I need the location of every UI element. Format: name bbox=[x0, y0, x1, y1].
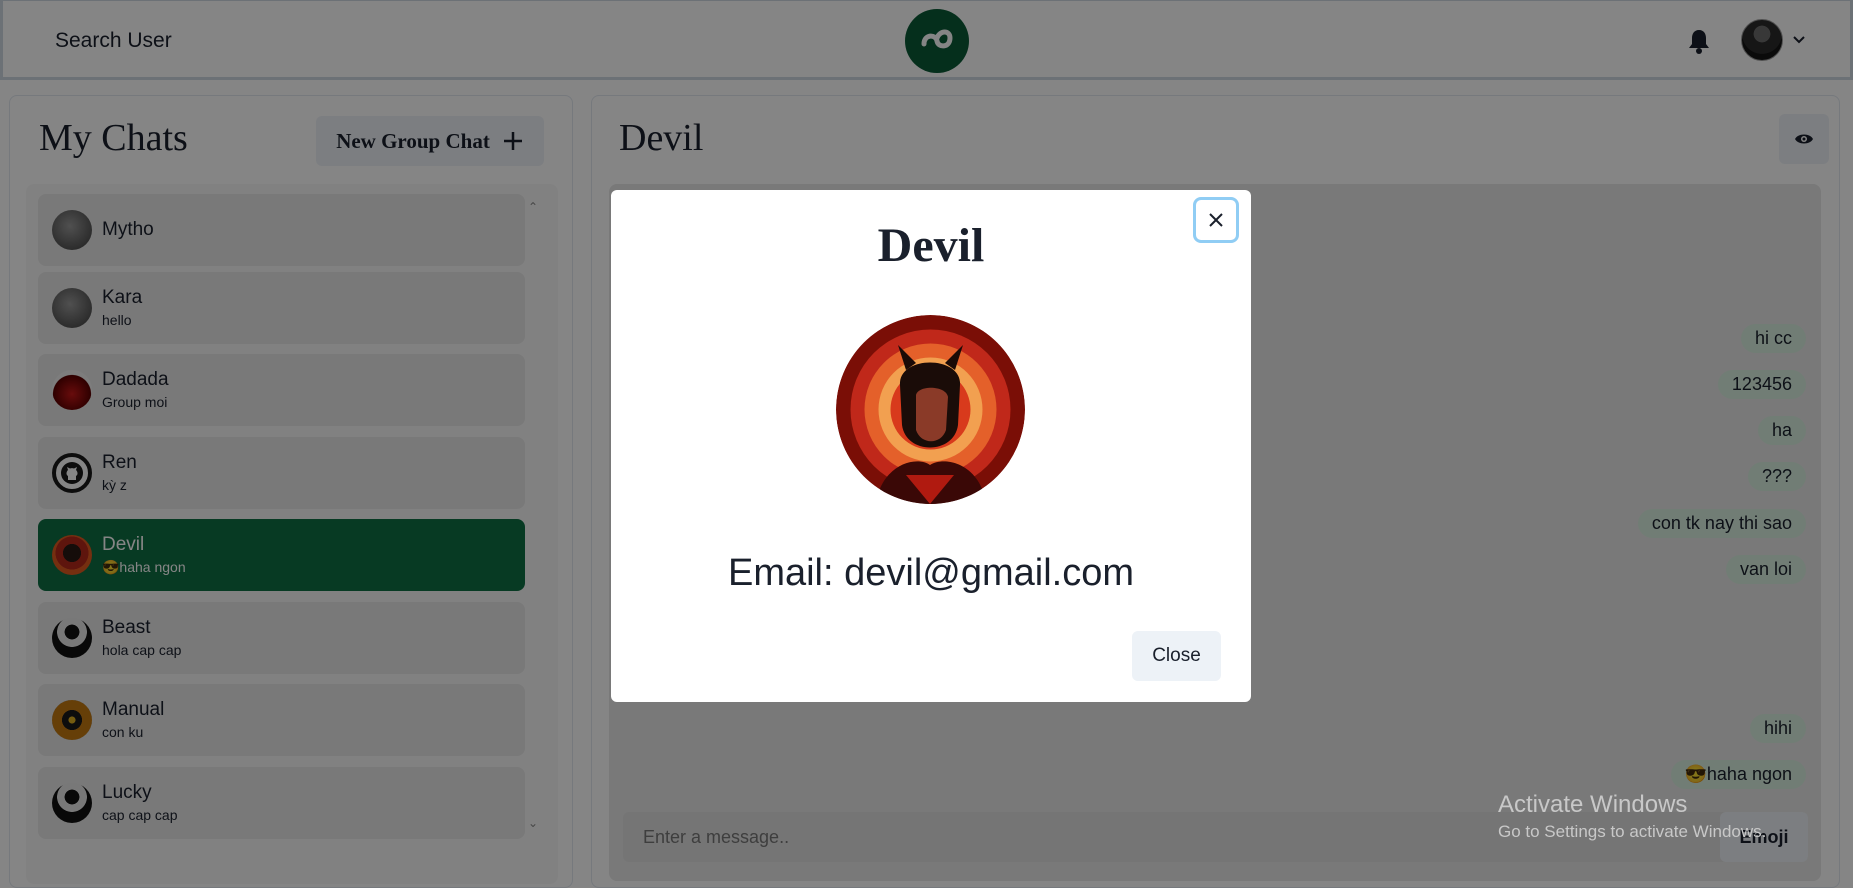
modal-email: Email: devil@gmail.com bbox=[727, 552, 1134, 594]
close-icon bbox=[1209, 213, 1223, 227]
watermark-subtitle: Go to Settings to activate Windows. bbox=[1498, 822, 1767, 841]
watermark-title: Activate Windows bbox=[1498, 791, 1688, 818]
windows-watermark: Activate Windows Go to Settings to activ… bbox=[1498, 790, 1766, 844]
modal-close-button[interactable]: Close bbox=[1132, 631, 1221, 681]
modal-close-label: Close bbox=[1152, 645, 1201, 666]
modal-close-x-button[interactable] bbox=[1193, 197, 1239, 243]
devil-avatar-image bbox=[836, 315, 1025, 504]
modal-title: Devil bbox=[877, 219, 985, 272]
profile-modal: Devil Email: devil@gmail.com Close bbox=[611, 190, 1251, 702]
profile-avatar bbox=[836, 315, 1025, 504]
